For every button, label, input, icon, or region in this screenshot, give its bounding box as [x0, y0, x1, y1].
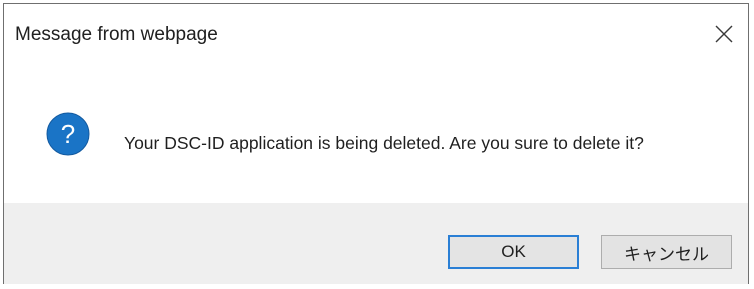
close-icon: [715, 25, 733, 43]
question-icon: ?: [46, 112, 90, 156]
dialog-content: ? Your DSC-ID application is being delet…: [4, 68, 748, 198]
dialog-titlebar: Message from webpage: [4, 4, 748, 68]
dialog-footer: OK キャンセル: [4, 203, 748, 284]
dialog-title: Message from webpage: [15, 24, 218, 45]
cancel-button[interactable]: キャンセル: [601, 235, 732, 269]
dialog-message: Your DSC-ID application is being deleted…: [124, 133, 644, 153]
message-dialog: Message from webpage ? Your DSC-ID appli…: [3, 3, 749, 284]
close-button[interactable]: [706, 16, 742, 52]
svg-text:?: ?: [61, 119, 75, 149]
ok-button[interactable]: OK: [448, 235, 579, 269]
